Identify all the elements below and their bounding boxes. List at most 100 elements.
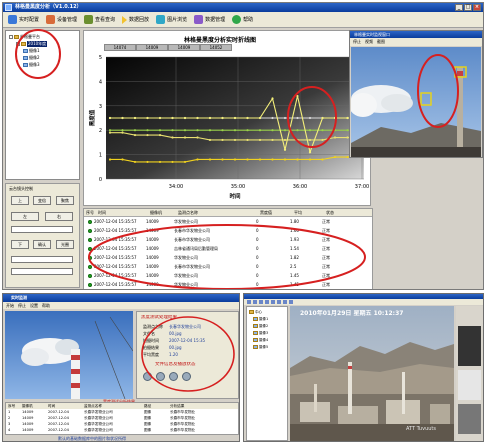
tree-item[interactable]: 摄像5 xyxy=(253,344,268,350)
toolbar-images-button[interactable]: 图片浏览 xyxy=(154,13,189,26)
maximize-button[interactable]: □ xyxy=(464,4,472,11)
data-point xyxy=(283,148,287,151)
toolbar-realtime-config-button[interactable]: 实时配置 xyxy=(6,13,41,26)
tool-icon[interactable] xyxy=(253,300,257,304)
tree-item[interactable]: 摄像3 xyxy=(253,330,268,336)
camera-icon xyxy=(253,324,258,328)
realtime-chart-panel: 林格曼黑度分析实时折线图 14074 14009 14009 14052 012… xyxy=(83,30,371,206)
camera-monitor-panel: 林格曼实时监视窗口 停止 视频 截图 xyxy=(349,30,483,158)
ptz-right-button[interactable]: 右 xyxy=(45,212,73,221)
data-point xyxy=(258,116,262,120)
data-point xyxy=(233,138,237,142)
data-point xyxy=(296,116,299,120)
zoom-button[interactable]: 变倍 xyxy=(33,196,51,205)
preset-input[interactable] xyxy=(11,268,73,275)
start-button[interactable]: 开始 xyxy=(6,302,14,309)
speed-select[interactable] xyxy=(11,256,73,263)
table-row[interactable]: 4 14009 2007-12-04 长春华发物业公司 图像 长春市华发物业 xyxy=(6,427,238,433)
camera-icon xyxy=(253,345,258,349)
data-point xyxy=(308,138,312,142)
ptz-up-button[interactable]: 上 xyxy=(11,196,29,205)
tool-icon[interactable] xyxy=(271,300,275,304)
toolbar-playback-button[interactable]: 数据回放 xyxy=(120,13,151,26)
data-point xyxy=(246,158,249,161)
data-point xyxy=(171,129,174,132)
toolbar-help-button[interactable]: 帮助 xyxy=(230,13,255,26)
tool-icon[interactable] xyxy=(247,300,251,304)
right-blank-area xyxy=(375,161,483,289)
tree-item[interactable]: 中心 xyxy=(249,309,262,315)
camera-icon xyxy=(253,338,258,342)
smokestack-photo xyxy=(5,311,133,399)
tool-icon[interactable] xyxy=(265,300,269,304)
data-point xyxy=(133,160,137,164)
data-point xyxy=(208,138,212,142)
data-point xyxy=(308,158,312,161)
tool-icon[interactable] xyxy=(289,300,293,304)
ptz-group-label: 云台镜头控制 xyxy=(9,186,33,191)
stop-button[interactable]: 停止 xyxy=(18,302,26,309)
camera-snapshot-button[interactable]: 截图 xyxy=(377,38,385,46)
camera-video-button[interactable]: 视频 xyxy=(365,38,373,46)
toolbar-data-button[interactable]: 数据管理 xyxy=(192,13,227,26)
settings-button[interactable]: 设置 xyxy=(30,302,38,309)
ptz-left-button[interactable]: 左 xyxy=(11,212,39,221)
table-cell: 长春华发物业公司 xyxy=(84,428,113,432)
data-point xyxy=(196,158,199,161)
minimize-button[interactable]: _ xyxy=(455,4,463,11)
main-toolbar: 实时配置 设备管理 查看查询 数据回放 图片浏览 数据管理 帮助 xyxy=(3,12,483,28)
grid-header: 序号 时间 摄像机 监测点名称 黑度值 平均 状态 xyxy=(84,209,372,217)
confirm-button[interactable]: 确认 xyxy=(33,240,51,249)
data-point xyxy=(183,116,187,120)
ptz-down-button[interactable]: 下 xyxy=(11,240,29,249)
tree-item[interactable]: 摄像4 xyxy=(253,337,268,343)
data-point xyxy=(321,116,324,120)
data-point xyxy=(133,116,137,120)
help-button[interactable]: 帮助 xyxy=(42,302,50,309)
data-point xyxy=(171,136,174,139)
tool-icon[interactable] xyxy=(283,300,287,304)
data-point xyxy=(258,158,262,161)
preset-select[interactable] xyxy=(11,226,73,233)
data-point xyxy=(121,131,124,134)
tool-icon[interactable] xyxy=(259,300,263,304)
analysis-result-panel: 黑度测试处理结果 监测点名称 长春华发物业公司 文件名 00.jpg 拍摄时间 2007-… xyxy=(136,311,239,399)
y-axis-label: 黑度值 xyxy=(88,109,96,126)
y-tick-label: 1 xyxy=(99,153,102,159)
focus-button[interactable]: 聚焦 xyxy=(56,196,74,205)
data-point xyxy=(308,151,312,154)
database-icon xyxy=(194,15,204,24)
toolbar-device-button[interactable]: 设备管理 xyxy=(44,13,79,26)
data-point xyxy=(208,116,212,120)
analysis-window: 实时监测 开始 停止 设置 帮助 黑度测试处理结果 监测点名称 长春华发物业公司… xyxy=(2,293,240,442)
data-point xyxy=(171,160,174,164)
data-point xyxy=(233,129,237,132)
video-watermark: ATT Tuvuuts xyxy=(406,426,436,432)
composite-screenshot: 林格曼黑度分析（V1.0.12） _ □ × 实时配置 设备管理 查看查询 数据… xyxy=(0,0,486,444)
data-point xyxy=(146,160,149,164)
data-point xyxy=(271,129,274,132)
y-tick-label: 5 xyxy=(99,55,102,61)
video-toolbar xyxy=(244,299,483,305)
data-point xyxy=(233,158,237,161)
data-point xyxy=(246,129,249,132)
tool-icon[interactable] xyxy=(277,300,281,304)
y-tick-label: 2 xyxy=(99,128,102,134)
x-tick-label: 35:00 xyxy=(231,184,245,190)
tree-item[interactable]: 摄像2 xyxy=(253,323,268,329)
x-tick-label: 36:00 xyxy=(293,184,307,190)
table-cell: 4 xyxy=(8,428,11,432)
y-tick-label: 0 xyxy=(99,177,102,183)
close-button[interactable]: × xyxy=(473,4,481,11)
camera-title: 林格曼实时监视窗口 xyxy=(350,31,482,38)
footer-note: 默认的基础数据库中的图片和状况所得 xyxy=(58,436,126,441)
video-timestamp: 2010年01月29日 星期五 10:12:37 xyxy=(300,310,404,317)
camera-stop-button[interactable]: 停止 xyxy=(353,38,361,46)
video-monitor-window: 中心 摄像1 摄像2 摄像3 摄像4 摄像5 2010年01月29日 星期五 1… xyxy=(243,293,484,442)
data-point xyxy=(221,116,224,120)
iris-button[interactable]: 光圈 xyxy=(56,240,74,249)
tree-item[interactable]: 摄像1 xyxy=(253,316,268,322)
data-point xyxy=(283,116,287,120)
toolbar-query-button[interactable]: 查看查询 xyxy=(82,13,117,26)
data-point xyxy=(208,129,212,132)
